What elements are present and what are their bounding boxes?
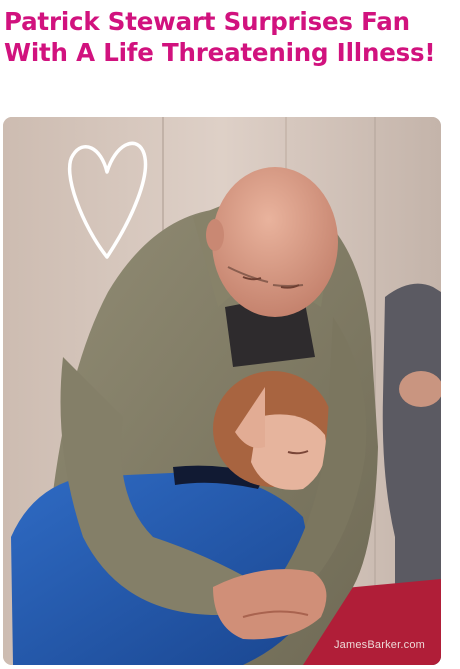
man-head bbox=[212, 167, 338, 317]
article-photo[interactable]: JamesBarker.com bbox=[3, 117, 441, 665]
article-headline[interactable]: Patrick Stewart Surprises Fan With A Lif… bbox=[4, 6, 456, 68]
man-ear bbox=[206, 219, 224, 251]
photo-illustration bbox=[3, 117, 441, 665]
photo-credit: JamesBarker.com bbox=[333, 639, 425, 651]
background-person-hand bbox=[399, 371, 441, 407]
